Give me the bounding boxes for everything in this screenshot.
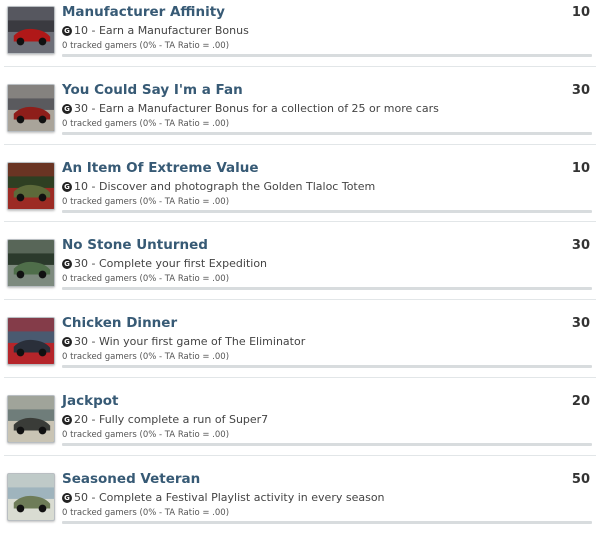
gamerscore-icon: G [62, 258, 72, 269]
jungle-scene-thumbnail [8, 163, 54, 209]
achievement-points: 30 [571, 316, 590, 331]
achievement-row: An Item Of Extreme Value 10 G 10 - Disco… [0, 156, 600, 234]
achievement-points: 50 [571, 472, 590, 487]
gamerscore-icon: G [62, 25, 72, 36]
progress-bar [62, 210, 592, 213]
gamerscore-value: 50 [74, 491, 88, 504]
row-divider [4, 66, 596, 67]
achievement-list: Manufacturer Affinity 10 G 10 - Earn a M… [0, 0, 600, 524]
achievement-thumbnail[interactable] [7, 473, 55, 521]
progress-bar [62, 54, 592, 57]
car-in-garage-thumbnail [8, 85, 54, 131]
achievement-thumbnail[interactable] [7, 395, 55, 443]
gamerscore-value: 10 [74, 24, 88, 37]
description-text: Earn a Manufacturer Bonus [98, 24, 249, 37]
achievement-title[interactable]: No Stone Unturned [62, 237, 208, 253]
classic-car-thumbnail [8, 474, 54, 520]
description-text: Fully complete a run of Super7 [98, 413, 269, 426]
description-separator: - [88, 413, 99, 426]
row-divider [4, 377, 596, 378]
achievement-title[interactable]: Chicken Dinner [62, 315, 177, 331]
row-divider [4, 144, 596, 145]
description-text: Complete your first Expedition [98, 257, 268, 270]
achievement-title[interactable]: You Could Say I'm a Fan [62, 82, 243, 98]
gamerscore-value: 30 [74, 335, 88, 348]
jumping-car-thumbnail [8, 396, 54, 442]
gamerscore-value: 10 [74, 180, 88, 193]
tracked-gamers-text: 0 tracked gamers (0% - TA Ratio = .00) [62, 274, 230, 284]
gamerscore-icon: G [62, 492, 72, 503]
description-separator: - [88, 102, 99, 115]
achievement-thumbnail[interactable] [7, 6, 55, 54]
achievement-points: 10 [571, 161, 590, 176]
row-divider [4, 221, 596, 222]
gamerscore-icon: G [62, 414, 72, 425]
achievement-thumbnail[interactable] [7, 239, 55, 287]
gamerscore-value: 30 [74, 257, 88, 270]
row-divider [4, 455, 596, 456]
achievement-title[interactable]: Jackpot [62, 393, 119, 409]
tracked-gamers-text: 0 tracked gamers (0% - TA Ratio = .00) [62, 430, 230, 440]
gamerscore-value: 20 [74, 413, 88, 426]
description-separator: - [88, 491, 99, 504]
achievement-description: G 50 - Complete a Festival Playlist acti… [62, 491, 385, 504]
achievement-description: G 30 - Win your first game of The Elimin… [62, 335, 305, 348]
gamerscore-value: 30 [74, 102, 88, 115]
gamerscore-icon: G [62, 103, 72, 114]
tracked-gamers-text: 0 tracked gamers (0% - TA Ratio = .00) [62, 119, 230, 129]
red-car-thumbnail [8, 7, 54, 53]
achievement-description: G 10 - Discover and photograph the Golde… [62, 180, 375, 193]
achievement-title[interactable]: Seasoned Veteran [62, 471, 200, 487]
achievement-thumbnail[interactable] [7, 84, 55, 132]
sports-car-thumbnail [8, 318, 54, 364]
achievement-description: G 20 - Fully complete a run of Super7 [62, 413, 268, 426]
tracked-gamers-text: 0 tracked gamers (0% - TA Ratio = .00) [62, 41, 230, 51]
achievement-description: G 10 - Earn a Manufacturer Bonus [62, 24, 249, 37]
progress-bar [62, 287, 592, 290]
achievement-row: Seasoned Veteran 50 G 50 - Complete a Fe… [0, 467, 600, 545]
tracked-gamers-text: 0 tracked gamers (0% - TA Ratio = .00) [62, 352, 230, 362]
description-text: Win your first game of The Eliminator [98, 335, 306, 348]
progress-bar [62, 443, 592, 446]
forest-road-thumbnail [8, 240, 54, 286]
achievement-title[interactable]: An Item Of Extreme Value [62, 160, 259, 176]
tracked-gamers-text: 0 tracked gamers (0% - TA Ratio = .00) [62, 197, 230, 207]
description-text: Earn a Manufacturer Bonus for a collecti… [98, 102, 439, 115]
achievement-thumbnail[interactable] [7, 317, 55, 365]
description-separator: - [88, 24, 99, 37]
achievement-points: 10 [571, 5, 590, 20]
gamerscore-icon: G [62, 336, 72, 347]
tracked-gamers-text: 0 tracked gamers (0% - TA Ratio = .00) [62, 508, 230, 518]
description-text: Complete a Festival Playlist activity in… [98, 491, 385, 504]
gamerscore-icon: G [62, 181, 72, 192]
achievement-points: 20 [571, 394, 590, 409]
achievement-description: G 30 - Complete your first Expedition [62, 257, 267, 270]
row-divider [4, 299, 596, 300]
achievement-description: G 30 - Earn a Manufacturer Bonus for a c… [62, 102, 439, 115]
description-separator: - [88, 180, 99, 193]
progress-bar [62, 365, 592, 368]
achievement-thumbnail[interactable] [7, 162, 55, 210]
description-separator: - [88, 335, 99, 348]
achievement-points: 30 [571, 238, 590, 253]
achievement-points: 30 [571, 83, 590, 98]
progress-bar [62, 132, 592, 135]
description-separator: - [88, 257, 99, 270]
description-text: Discover and photograph the Golden Tlalo… [98, 180, 376, 193]
achievement-title[interactable]: Manufacturer Affinity [62, 4, 225, 20]
